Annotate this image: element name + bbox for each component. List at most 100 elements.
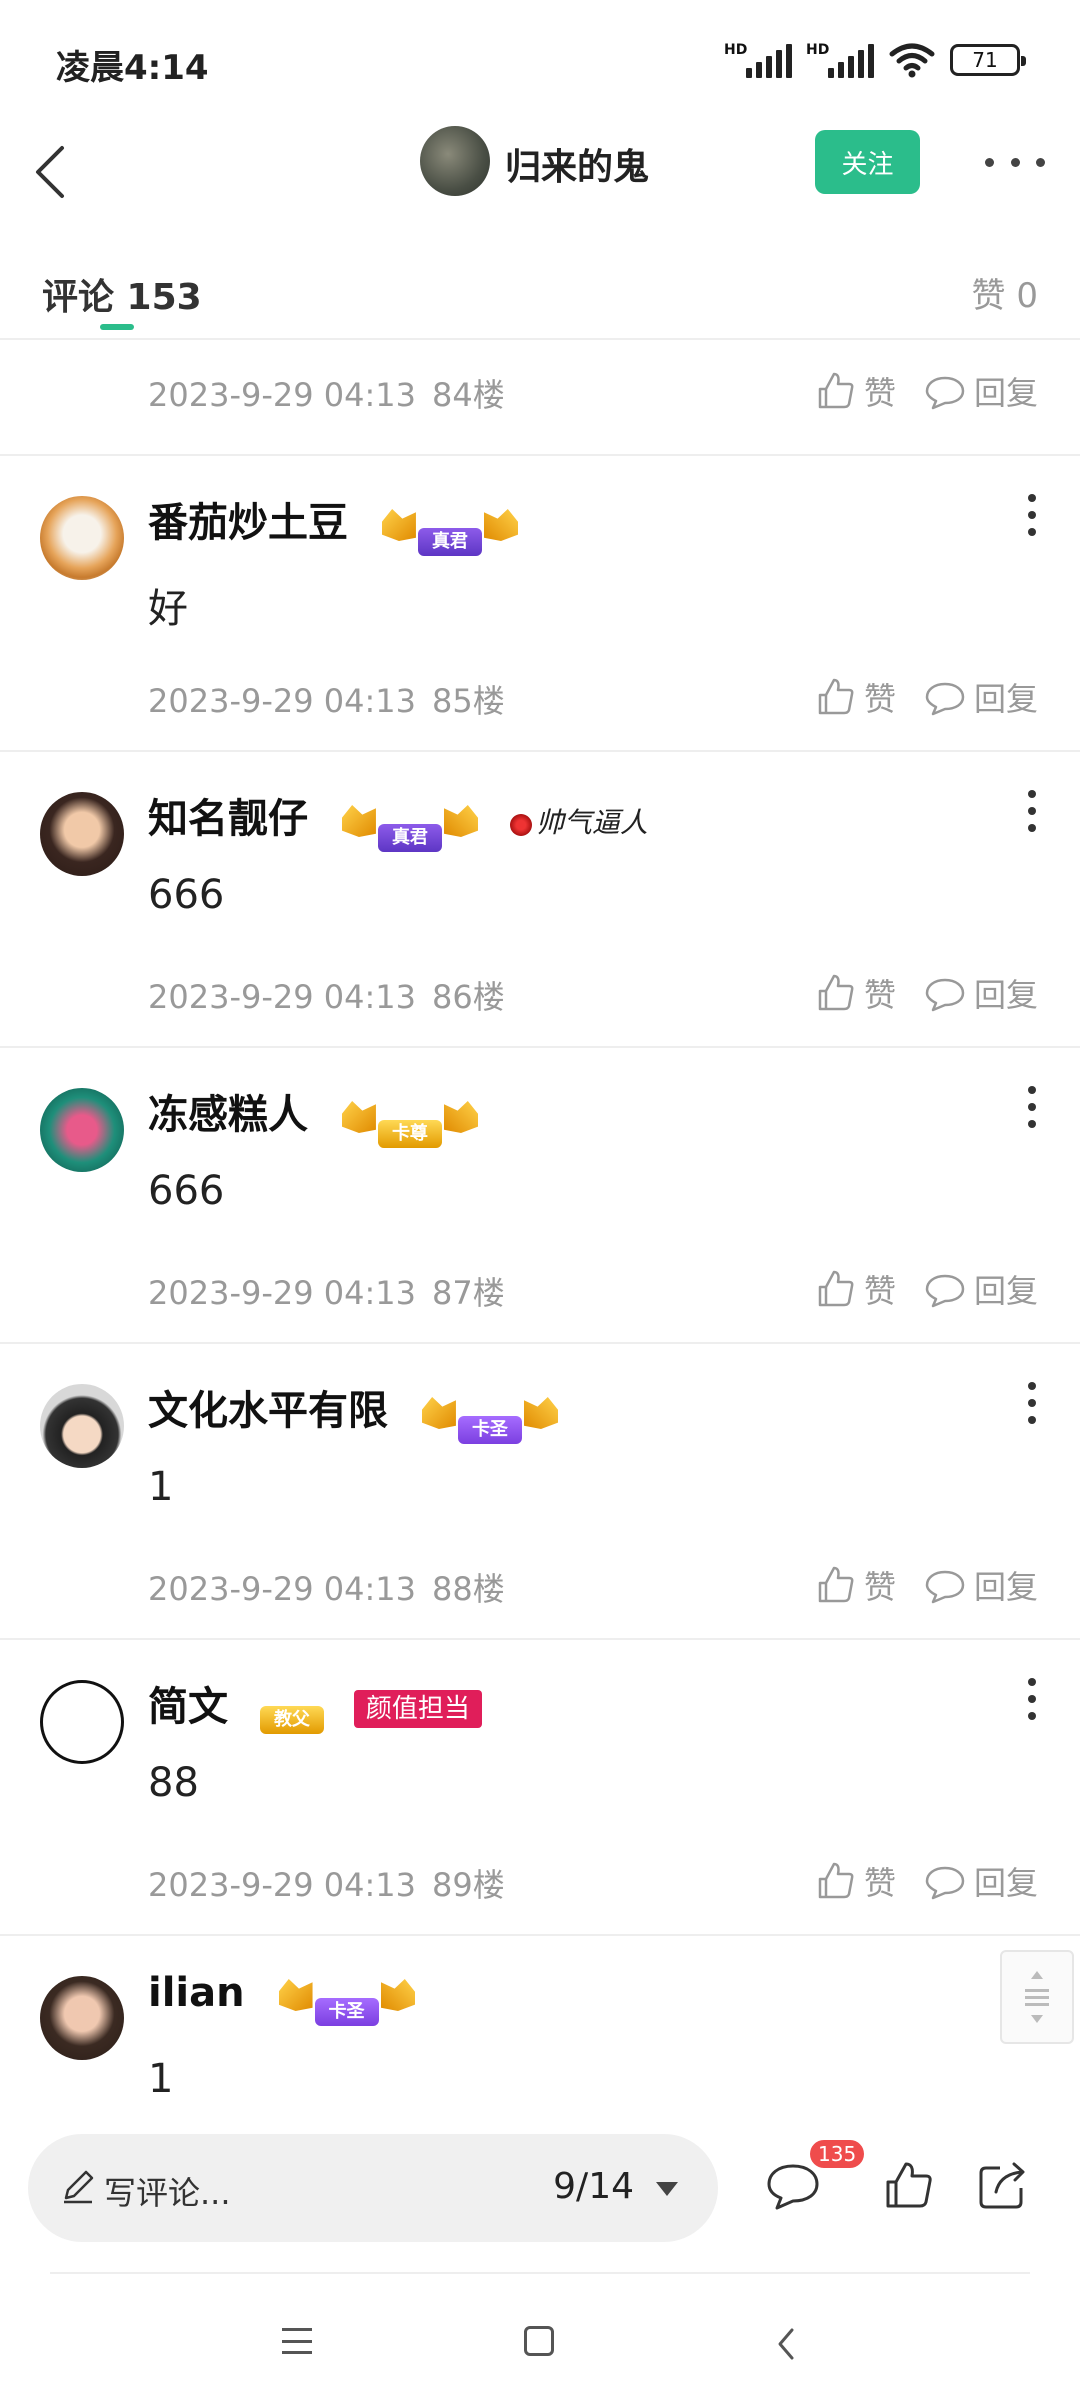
author-name[interactable]: 归来的鬼	[505, 138, 649, 190]
avatar[interactable]	[40, 1680, 124, 1764]
level-badge: 卡圣	[420, 1393, 560, 1444]
avatar[interactable]	[40, 1384, 124, 1468]
like-button[interactable]: 赞	[814, 1562, 896, 1608]
header: 归来的鬼 关注	[0, 120, 1080, 240]
recent-apps-button[interactable]	[282, 2328, 312, 2354]
status-icons: HD HD 71	[724, 40, 1026, 80]
username[interactable]: 文化水平有限 卡圣	[148, 1378, 560, 1444]
comment-row: 2023-9-29 04:13 84楼 赞 回复	[0, 342, 1080, 456]
comment-bubble-icon	[925, 1570, 965, 1604]
avatar[interactable]	[40, 1976, 124, 2060]
page-indicator[interactable]: 9/14	[553, 2166, 634, 2207]
thumbs-up-icon	[818, 1566, 854, 1603]
comment-floor: 87楼	[432, 1274, 505, 1312]
username[interactable]: 番茄炒土豆 真君	[148, 490, 520, 556]
avatar[interactable]	[40, 1088, 124, 1172]
tab-likes[interactable]: 赞 0	[972, 268, 1038, 317]
tab-indicator	[100, 324, 134, 330]
status-bar: 凌晨4:14 HD HD 71	[0, 0, 1080, 120]
username[interactable]: ilian 卡圣	[148, 1970, 417, 2026]
reply-button[interactable]: 回复	[924, 1562, 1038, 1608]
comment-meta: 2023-9-29 04:13 87楼	[148, 1268, 505, 1314]
like-button[interactable]: 赞	[814, 1266, 896, 1312]
avatar[interactable]	[40, 792, 124, 876]
level-badge: 真君	[380, 505, 520, 556]
username[interactable]: 知名靓仔 真君 帅气逼人	[148, 786, 648, 852]
comment-actions: 赞 回复	[814, 368, 1038, 414]
comment-row: 冻感糕人 卡尊 666 2023-9-29 04:13 87楼 赞 回复	[0, 1048, 1080, 1344]
reply-button[interactable]: 回复	[924, 368, 1038, 414]
comment-time: 2023-9-29 04:13	[148, 978, 416, 1016]
comment-text: 好	[148, 586, 188, 632]
wifi-icon	[889, 43, 935, 78]
comment-more-button[interactable]	[1026, 1086, 1038, 1128]
comment-text: 1	[148, 2056, 174, 2102]
comment-more-button[interactable]	[1026, 1678, 1038, 1720]
reply-button[interactable]: 回复	[924, 674, 1038, 720]
tab-comments[interactable]: 评论 153	[42, 268, 202, 320]
share-icon[interactable]	[976, 2160, 1030, 2212]
comment-row: 文化水平有限 卡圣 1 2023-9-29 04:13 88楼 赞 回复	[0, 1344, 1080, 1640]
comment-meta: 2023-9-29 04:13 84楼	[148, 370, 505, 416]
level-badge: 卡尊	[340, 1097, 480, 1148]
comment-actions: 赞 回复	[814, 1266, 1038, 1312]
comment-time: 2023-9-29 04:13	[148, 376, 416, 414]
comment-row: ilian 卡圣 1	[0, 1936, 1080, 2102]
thumbs-up-icon	[818, 974, 854, 1011]
battery-icon: 71	[950, 44, 1026, 76]
comment-text: 666	[148, 1168, 225, 1214]
comment-row: 番茄炒土豆 真君 好 2023-9-29 04:13 85楼 赞 回复	[0, 456, 1080, 752]
comment-more-button[interactable]	[1026, 494, 1038, 536]
avatar[interactable]	[40, 496, 124, 580]
author-avatar[interactable]	[420, 126, 490, 196]
comment-bubble-icon	[925, 1866, 965, 1900]
bottom-bar: 写评论... 9/14 135	[0, 2102, 1080, 2274]
status-time: 凌晨4:14	[56, 48, 209, 88]
thumbs-up-icon[interactable]	[882, 2160, 934, 2212]
system-nav-bar	[0, 2280, 1080, 2400]
username[interactable]: 简文 教父 颜值担当	[148, 1674, 482, 1734]
comment-text: 1	[148, 1464, 174, 1510]
more-options-button[interactable]	[985, 140, 1045, 184]
like-button[interactable]: 赞	[814, 970, 896, 1016]
comments-icon[interactable]	[764, 2160, 822, 2212]
like-button[interactable]: 赞	[814, 674, 896, 720]
nav-back-button[interactable]	[772, 2324, 802, 2364]
comment-time: 2023-9-29 04:13	[148, 1866, 416, 1904]
comment-actions: 赞 回复	[814, 970, 1038, 1016]
comment-meta: 2023-9-29 04:13 88楼	[148, 1564, 505, 1610]
comment-input[interactable]: 写评论... 9/14	[28, 2134, 718, 2242]
comment-more-button[interactable]	[1026, 790, 1038, 832]
like-button[interactable]: 赞	[814, 368, 896, 414]
comment-floor: 85楼	[432, 682, 505, 720]
username[interactable]: 冻感糕人 卡尊	[148, 1082, 480, 1148]
back-button[interactable]	[22, 132, 82, 212]
comment-row: 简文 教父 颜值担当 88 2023-9-29 04:13 89楼 赞 回复	[0, 1640, 1080, 1936]
comment-floor: 84楼	[432, 376, 505, 414]
caret-down-icon[interactable]	[656, 2182, 678, 2196]
comment-bubble-icon	[925, 1274, 965, 1308]
reply-button[interactable]: 回复	[924, 970, 1038, 1016]
blossom-icon	[509, 813, 532, 836]
level-badge: 卡圣	[277, 1975, 417, 2026]
comment-time: 2023-9-29 04:13	[148, 1570, 416, 1608]
comment-list: 2023-9-29 04:13 84楼 赞 回复 番茄炒土豆 真君 好 2023-…	[0, 342, 1080, 2102]
home-button[interactable]	[524, 2326, 554, 2356]
like-button[interactable]: 赞	[814, 1858, 896, 1904]
drag-handle-icon	[1025, 1971, 1049, 2023]
comment-actions: 赞 回复	[814, 1562, 1038, 1608]
comment-floor: 86楼	[432, 978, 505, 1016]
thumbs-up-icon	[818, 678, 854, 715]
comment-placeholder: 写评论...	[104, 2174, 231, 2212]
level-badge: 教父	[259, 1689, 324, 1734]
reply-button[interactable]: 回复	[924, 1266, 1038, 1312]
comment-meta: 2023-9-29 04:13 89楼	[148, 1860, 505, 1906]
thumbs-up-icon	[818, 1862, 854, 1899]
scroll-handle[interactable]	[1000, 1950, 1074, 2044]
reply-button[interactable]: 回复	[924, 1858, 1038, 1904]
level-badge: 真君	[340, 801, 480, 852]
follow-button[interactable]: 关注	[815, 130, 920, 194]
comment-more-button[interactable]	[1026, 1382, 1038, 1424]
title-tag: 颜值担当	[353, 1690, 482, 1728]
comment-text: 666	[148, 872, 225, 918]
